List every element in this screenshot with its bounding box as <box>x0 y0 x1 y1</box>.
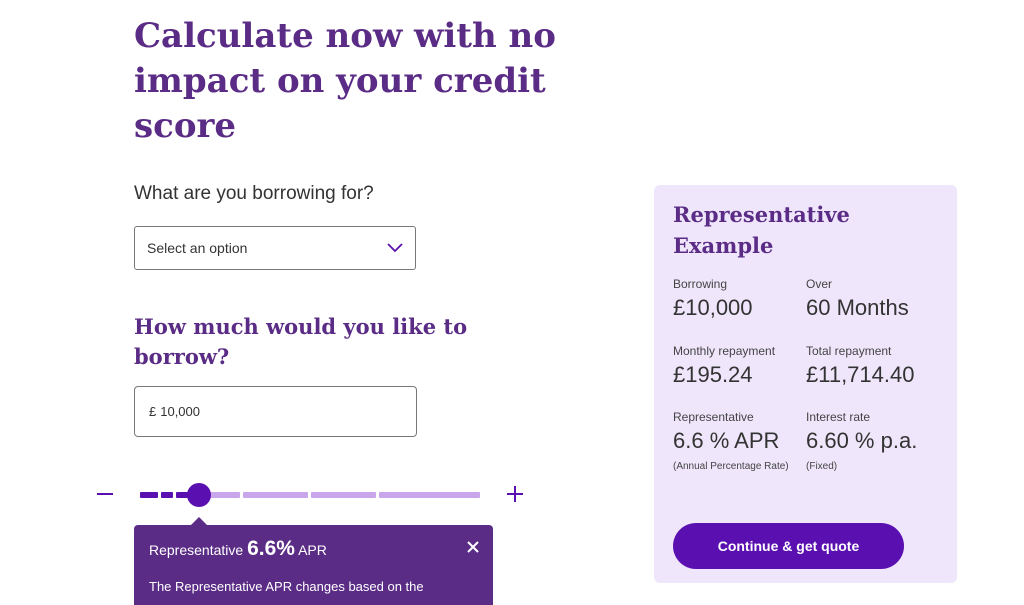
purpose-select-value: Select an option <box>147 240 248 256</box>
slider-track-segment <box>379 492 480 498</box>
panel-title: Representative Example <box>673 202 850 258</box>
apr-value: 6.6 % APR <box>673 428 780 453</box>
purpose-question-label: What are you borrowing for? <box>134 183 374 204</box>
tooltip-body: The Representative APR changes based on … <box>149 579 424 594</box>
tooltip-suffix: APR <box>298 542 327 558</box>
apr-note: (Annual Percentage Rate) <box>673 461 789 472</box>
interest-value: 6.60 % p.a. <box>806 428 918 453</box>
tooltip-prefix: Representative <box>149 542 244 558</box>
interest-label: Interest rate <box>806 410 871 424</box>
tooltip-close-button[interactable] <box>465 539 481 555</box>
amount-slider-thumb[interactable] <box>187 483 211 507</box>
interest-cell: Interest rate 6.60 % p.a. (Fixed) <box>806 410 917 476</box>
plus-icon <box>507 486 523 502</box>
continue-get-quote-button[interactable]: Continue & get quote <box>673 523 904 569</box>
decrease-amount-button[interactable] <box>94 482 118 506</box>
total-value: £11,714.40 <box>806 362 915 387</box>
slider-track-segment <box>243 492 308 498</box>
currency-symbol: £ <box>149 404 157 419</box>
increase-amount-button[interactable] <box>503 482 527 506</box>
slider-fill-segment <box>140 492 158 498</box>
page-headline: Calculate now with no impact on your cre… <box>134 16 556 146</box>
tooltip-heading: Representative 6.6% APR <box>149 537 327 561</box>
purpose-select[interactable]: Select an option <box>134 226 416 270</box>
interest-note: (Fixed) <box>806 461 838 472</box>
slider-fill-segment <box>161 492 173 498</box>
amount-heading: How much would you like to borrow? <box>134 314 468 369</box>
apr-label: Representative <box>673 410 754 424</box>
representative-example-panel: Representative Example Borrowing £10,000… <box>654 185 957 583</box>
monthly-cell: Monthly repayment £195.24 <box>673 344 775 388</box>
chevron-down-icon <box>387 243 403 253</box>
apr-cell: Representative 6.6 % APR (Annual Percent… <box>673 410 798 476</box>
borrowing-cell: Borrowing £10,000 <box>673 277 753 321</box>
term-cell: Over 60 Months <box>806 277 909 321</box>
borrowing-label: Borrowing <box>673 277 728 291</box>
slider-track-segment <box>311 492 376 498</box>
close-icon <box>467 541 479 553</box>
amount-input[interactable] <box>156 404 381 419</box>
amount-field[interactable]: £ <box>134 386 417 437</box>
tooltip-rate: 6.6% <box>247 537 295 560</box>
monthly-value: £195.24 <box>673 362 753 387</box>
term-value: 60 Months <box>806 295 909 320</box>
borrowing-value: £10,000 <box>673 295 753 320</box>
monthly-label: Monthly repayment <box>673 344 776 358</box>
apr-tooltip: Representative 6.6% APR The Representati… <box>134 517 493 605</box>
total-cell: Total repayment £11,714.40 <box>806 344 914 388</box>
total-label: Total repayment <box>806 344 892 358</box>
minus-icon <box>97 493 113 495</box>
term-label: Over <box>806 277 833 291</box>
